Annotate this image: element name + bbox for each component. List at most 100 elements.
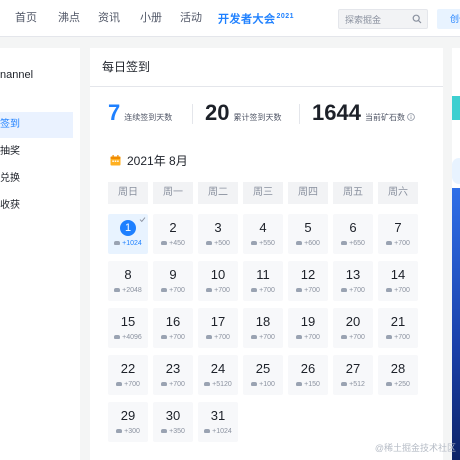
calendar-day[interactable]: 24 +5120 xyxy=(198,355,238,395)
day-number: 1 xyxy=(120,220,136,236)
day-number: 16 xyxy=(165,314,181,329)
day-reward-value: +500 xyxy=(214,240,230,247)
nav-item-events[interactable]: 活动 xyxy=(180,12,202,25)
promo-avatar[interactable] xyxy=(452,158,460,184)
creator-center-button[interactable]: 创作者中心 xyxy=(437,9,460,29)
calendar-day[interactable]: 18 +700 xyxy=(243,308,283,348)
day-reward: +700 xyxy=(153,380,193,389)
day-number: 13 xyxy=(345,267,361,282)
stat-ore-count: 1644 当前矿石数 xyxy=(312,100,415,128)
ore-icon xyxy=(161,241,168,245)
calendar-day[interactable]: 28 +250 xyxy=(378,355,418,395)
day-number: 25 xyxy=(255,361,271,376)
ore-icon xyxy=(161,382,168,386)
title-divider xyxy=(90,86,443,87)
calendar-day[interactable]: 22 +700 xyxy=(108,355,148,395)
day-number: 26 xyxy=(300,361,316,376)
calendar-day[interactable]: 20 +700 xyxy=(333,308,373,348)
calendar-day-today[interactable]: 1 +1024 xyxy=(108,214,148,254)
promo-banner[interactable] xyxy=(452,188,460,460)
search-icon[interactable] xyxy=(412,14,422,24)
ore-icon xyxy=(206,241,213,245)
sidebar-title: nannel xyxy=(0,69,34,81)
watermark: @稀土掘金技术社区 xyxy=(374,443,456,453)
calendar-day[interactable]: 26 +150 xyxy=(288,355,328,395)
search-input[interactable] xyxy=(339,11,405,29)
calendar-day[interactable]: 6 +650 xyxy=(333,214,373,254)
day-reward-value: +700 xyxy=(214,287,230,294)
day-number: 19 xyxy=(300,314,316,329)
calendar-day[interactable]: 25 +100 xyxy=(243,355,283,395)
calendar-day[interactable]: 29 +300 xyxy=(108,402,148,442)
sidebar-item-exchange[interactable]: 兑换 xyxy=(0,166,73,192)
ore-icon xyxy=(251,335,258,339)
nav-item-pins[interactable]: 沸点 xyxy=(58,12,80,25)
day-number: 14 xyxy=(390,267,406,282)
ore-icon xyxy=(296,335,303,339)
day-reward: +2048 xyxy=(108,286,148,295)
calendar-day[interactable]: 9 +700 xyxy=(153,261,193,301)
day-reward: +700 xyxy=(288,333,328,342)
calendar-icon xyxy=(110,155,121,166)
day-reward-value: +700 xyxy=(394,287,410,294)
calendar-day[interactable]: 30 +350 xyxy=(153,402,193,442)
ore-icon xyxy=(386,288,393,292)
ore-icon xyxy=(386,382,393,386)
day-number: 22 xyxy=(120,361,136,376)
sidebar-item-harvest[interactable]: 收获 xyxy=(0,193,73,219)
day-reward-value: +700 xyxy=(259,334,275,341)
search-box xyxy=(338,9,428,29)
conference-banner-link[interactable]: 开发者大会2021 xyxy=(218,9,294,28)
calendar-day[interactable]: 7 +700 xyxy=(378,214,418,254)
ore-icon xyxy=(114,288,121,292)
day-reward-value: +150 xyxy=(304,381,320,388)
day-number: 24 xyxy=(210,361,226,376)
info-icon[interactable] xyxy=(407,113,415,121)
calendar-day[interactable]: 23 +700 xyxy=(153,355,193,395)
calendar-day[interactable]: 12 +700 xyxy=(288,261,328,301)
stat-label: 连续签到天数 xyxy=(124,113,173,122)
nav-item-books[interactable]: 小册 xyxy=(140,12,162,25)
calendar-day[interactable]: 13 +700 xyxy=(333,261,373,301)
calendar-day[interactable]: 15 +4096 xyxy=(108,308,148,348)
ore-icon xyxy=(161,429,168,433)
calendar-day[interactable]: 11 +700 xyxy=(243,261,283,301)
calendar-day[interactable]: 8 +2048 xyxy=(108,261,148,301)
day-reward-value: +700 xyxy=(169,381,185,388)
day-reward: +700 xyxy=(243,286,283,295)
ore-icon xyxy=(251,288,258,292)
stat-divider xyxy=(299,104,300,124)
day-reward-value: +650 xyxy=(349,240,365,247)
day-number: 28 xyxy=(390,361,406,376)
calendar-day[interactable]: 14 +700 xyxy=(378,261,418,301)
day-number: 3 xyxy=(214,220,222,235)
calendar-day[interactable]: 5 +600 xyxy=(288,214,328,254)
calendar-day[interactable]: 27 +512 xyxy=(333,355,373,395)
day-reward-value: +700 xyxy=(394,334,410,341)
day-reward: +700 xyxy=(198,333,238,342)
day-reward-value: +700 xyxy=(169,334,185,341)
calendar-day[interactable]: 10 +700 xyxy=(198,261,238,301)
page-title: 每日签到 xyxy=(102,60,151,74)
day-reward-value: +5120 xyxy=(212,381,232,388)
sidebar-item-lottery[interactable]: 抽奖 xyxy=(0,139,73,165)
calendar-day[interactable]: 21 +700 xyxy=(378,308,418,348)
calendar-day[interactable]: 2 +450 xyxy=(153,214,193,254)
promo-thumbnail[interactable] xyxy=(452,96,460,120)
calendar-day[interactable]: 31 +1024 xyxy=(198,402,238,442)
day-reward-value: +700 xyxy=(349,287,365,294)
calendar-day[interactable]: 17 +700 xyxy=(198,308,238,348)
sidebar-item-checkin[interactable]: 签到 xyxy=(0,112,73,138)
stat-value: 1644 xyxy=(312,100,361,125)
day-reward-value: +512 xyxy=(349,381,365,388)
day-reward: +250 xyxy=(378,380,418,389)
nav-item-news[interactable]: 资讯 xyxy=(98,12,120,25)
calendar-day[interactable]: 19 +700 xyxy=(288,308,328,348)
calendar-day[interactable]: 3 +500 xyxy=(198,214,238,254)
day-reward: +512 xyxy=(333,380,373,389)
calendar-day[interactable]: 16 +700 xyxy=(153,308,193,348)
day-number: 29 xyxy=(120,408,136,423)
nav-item-home[interactable]: 首页 xyxy=(15,12,37,25)
ore-icon xyxy=(251,382,258,386)
calendar-day[interactable]: 4 +550 xyxy=(243,214,283,254)
